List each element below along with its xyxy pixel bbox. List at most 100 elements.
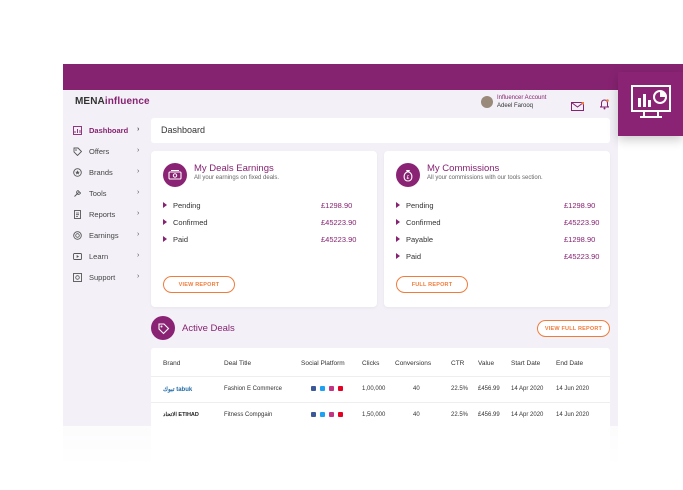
sidebar-item-support[interactable]: Support › bbox=[73, 267, 149, 288]
row-label: Confirmed bbox=[173, 218, 208, 227]
badge-icon bbox=[73, 168, 82, 177]
instagram-icon[interactable] bbox=[329, 412, 334, 417]
list-item: Confirmed £45223.90 bbox=[163, 218, 363, 230]
column-header: Social Platform bbox=[301, 360, 345, 367]
money-icon bbox=[163, 163, 187, 187]
column-header: Conversions bbox=[395, 360, 432, 367]
logo-accent: influence bbox=[104, 96, 150, 107]
avatar[interactable] bbox=[481, 96, 493, 108]
row-value: £45223.90 bbox=[564, 252, 600, 261]
svg-text:£: £ bbox=[406, 175, 409, 181]
triangle-right-icon bbox=[163, 236, 167, 242]
column-header: CTR bbox=[451, 360, 465, 367]
twitter-icon[interactable] bbox=[320, 386, 325, 391]
deal-title: Fashion E Commerce bbox=[224, 386, 283, 392]
app-window: MENAinfluence Influencer Account Adeel F… bbox=[63, 90, 618, 462]
list-item: Pending £1298.90 bbox=[163, 201, 363, 213]
card-title: My Deals Earnings bbox=[194, 163, 274, 174]
support-icon bbox=[73, 273, 82, 282]
facebook-icon[interactable] bbox=[311, 386, 316, 391]
bell-icon[interactable] bbox=[599, 97, 610, 115]
row-value: £45223.90 bbox=[564, 218, 600, 227]
pinterest-icon[interactable] bbox=[338, 412, 343, 417]
page-title: Dashboard bbox=[161, 125, 206, 135]
user-name: Adeel Farooq bbox=[497, 103, 534, 109]
sidebar-item-label: Tools bbox=[89, 189, 107, 198]
triangle-right-icon bbox=[163, 202, 167, 208]
list-item: Paid £45223.90 bbox=[396, 252, 600, 264]
full-report-button[interactable]: FULL REPORT bbox=[396, 276, 468, 293]
sidebar-item-earnings[interactable]: Earnings › bbox=[73, 225, 149, 246]
sidebar-item-offers[interactable]: Offers › bbox=[73, 141, 149, 162]
facebook-icon[interactable] bbox=[311, 412, 316, 417]
app-header: MENAinfluence Influencer Account Adeel F… bbox=[63, 90, 618, 114]
column-header: Clicks bbox=[362, 360, 380, 367]
video-icon bbox=[73, 252, 82, 261]
user-menu[interactable]: Influencer Account Adeel Farooq bbox=[481, 94, 546, 110]
tag-icon bbox=[73, 147, 82, 156]
sidebar-item-brands[interactable]: Brands › bbox=[73, 162, 149, 183]
triangle-right-icon bbox=[396, 202, 400, 208]
sidebar: Dashboard › Offers › Brands › Tools › Re… bbox=[73, 120, 149, 288]
column-header: End Date bbox=[556, 360, 584, 367]
sidebar-item-label: Earnings bbox=[89, 231, 119, 240]
list-item: Payable £1298.90 bbox=[396, 235, 596, 247]
row-label: Paid bbox=[406, 252, 422, 261]
logo-main: MENA bbox=[75, 96, 105, 107]
list-item: Paid £45223.90 bbox=[163, 235, 363, 247]
chevron-right-icon: › bbox=[137, 126, 140, 133]
view-report-button[interactable]: VIEW REPORT bbox=[163, 276, 235, 293]
card-subtitle: All your earnings on fixed deals. bbox=[194, 175, 280, 181]
row-value: £45223.90 bbox=[321, 235, 357, 244]
mail-icon[interactable] bbox=[571, 98, 585, 116]
sidebar-item-learn[interactable]: Learn › bbox=[73, 246, 149, 267]
bottom-fade bbox=[63, 426, 618, 466]
sidebar-item-dashboard[interactable]: Dashboard › bbox=[73, 120, 149, 141]
card-subtitle: All your commissions with our tools sect… bbox=[427, 175, 543, 181]
column-header: Deal Title bbox=[224, 360, 252, 367]
sidebar-item-tools[interactable]: Tools › bbox=[73, 183, 149, 204]
top-band bbox=[63, 64, 612, 90]
chevron-right-icon: › bbox=[137, 273, 140, 280]
monitor-chart-icon bbox=[630, 84, 672, 125]
chart-icon bbox=[73, 126, 82, 135]
deal-title: Fitness Compgain bbox=[224, 412, 273, 418]
social-platforms bbox=[311, 386, 347, 391]
card-title: My Commissions bbox=[427, 163, 500, 174]
row-value: £1298.90 bbox=[564, 235, 596, 244]
row-value: £45223.90 bbox=[321, 218, 357, 227]
page-title-bar: Dashboard bbox=[151, 118, 610, 143]
view-full-report-button[interactable]: VIEW FULL REPORT bbox=[537, 320, 610, 337]
sidebar-item-label: Offers bbox=[89, 147, 110, 156]
tools-icon bbox=[73, 189, 82, 198]
money-bag-icon: £ bbox=[396, 163, 420, 187]
social-platforms bbox=[311, 412, 347, 417]
sidebar-item-reports[interactable]: Reports › bbox=[73, 204, 149, 225]
table-row[interactable]: تبوك tabuk Fashion E Commerce 1,00,000 4… bbox=[151, 376, 610, 402]
column-header: Value bbox=[478, 360, 495, 367]
start-date: 14 Apr 2020 bbox=[511, 412, 544, 418]
row-label: Pending bbox=[406, 201, 434, 210]
logo[interactable]: MENAinfluence bbox=[75, 96, 150, 107]
row-label: Payable bbox=[406, 235, 434, 244]
clicks: 1,50,000 bbox=[362, 412, 386, 418]
instagram-icon[interactable] bbox=[329, 386, 334, 391]
chevron-right-icon: › bbox=[137, 210, 140, 217]
monitor-chart-tile bbox=[618, 72, 683, 136]
report-icon bbox=[73, 210, 82, 219]
row-label: Confirmed bbox=[406, 218, 441, 227]
column-header: Start Date bbox=[511, 360, 541, 367]
row-label: Pending bbox=[173, 201, 201, 210]
table-row[interactable]: الاتحاد ETIHAD Fitness Compgain 1,50,000… bbox=[151, 402, 610, 428]
conversions: 40 bbox=[413, 386, 420, 392]
pinterest-icon[interactable] bbox=[338, 386, 343, 391]
row-value: £1298.90 bbox=[564, 201, 596, 210]
chevron-right-icon: › bbox=[137, 168, 140, 175]
triangle-right-icon bbox=[396, 219, 400, 225]
clicks: 1,00,000 bbox=[362, 386, 386, 392]
list-item: Pending £1298.90 bbox=[396, 201, 596, 213]
twitter-icon[interactable] bbox=[320, 412, 325, 417]
brand-logo: تبوك tabuk bbox=[163, 387, 193, 393]
end-date: 14 Jun 2020 bbox=[556, 412, 590, 418]
sidebar-item-label: Learn bbox=[89, 252, 109, 261]
